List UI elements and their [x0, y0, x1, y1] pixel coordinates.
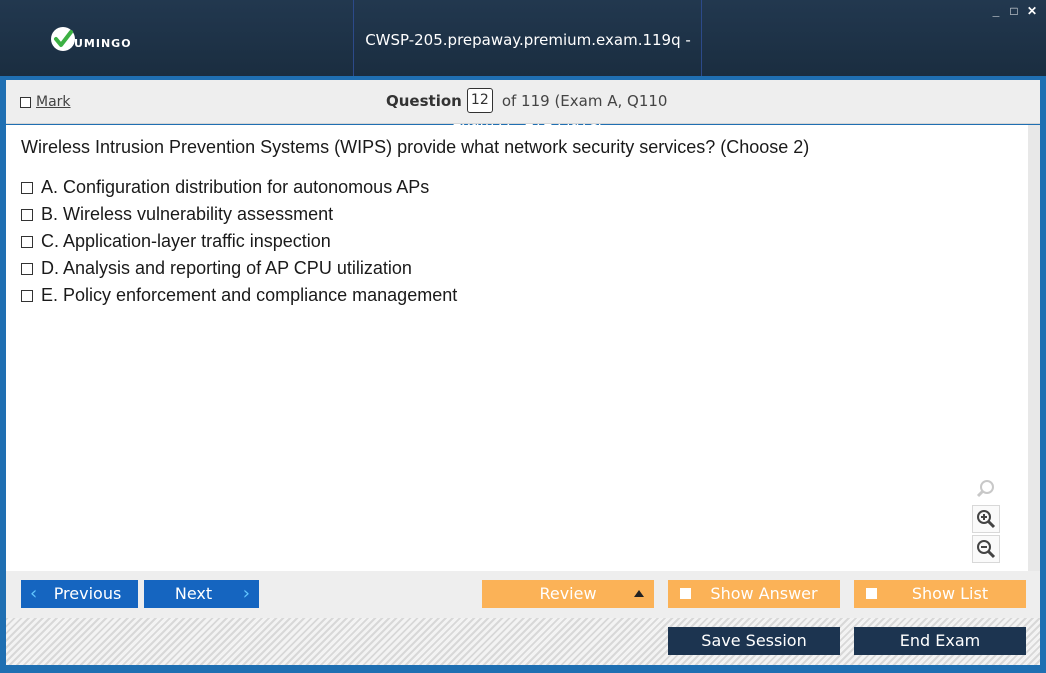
chevron-left-icon: ‹: [30, 583, 38, 604]
vumingo-logo: UMINGO: [50, 26, 132, 52]
show-list-label: Show List: [911, 584, 989, 603]
search-icon[interactable]: [972, 475, 1000, 503]
option-key: A.: [41, 177, 59, 197]
end-exam-button[interactable]: End Exam: [854, 627, 1026, 655]
minimize-icon[interactable]: _: [990, 4, 1002, 18]
answer-options: A. Configuration distribution for autono…: [21, 174, 457, 309]
close-icon[interactable]: ✕: [1026, 4, 1038, 18]
mark-checkbox[interactable]: Mark: [20, 94, 71, 110]
checkbox-icon[interactable]: [21, 181, 33, 194]
vertical-scrollbar[interactable]: [1028, 125, 1040, 571]
option-key: B.: [41, 204, 59, 224]
next-button[interactable]: Next ›: [144, 580, 259, 608]
option-text: Policy enforcement and compliance manage…: [63, 285, 458, 305]
option-key: C.: [41, 231, 59, 251]
option-text: Wireless vulnerability assessment: [63, 204, 334, 224]
option-text: Application-layer traffic inspection: [63, 231, 331, 251]
checkbox-icon[interactable]: [21, 289, 33, 302]
question-toolbar: Mark Question 12 of 119 (Exam A, Q110: [6, 80, 1040, 124]
show-answer-label: Show Answer: [710, 584, 818, 603]
show-answer-button[interactable]: Show Answer: [668, 580, 840, 608]
checkbox-icon[interactable]: [866, 588, 877, 599]
next-label: Next: [174, 584, 213, 603]
option-b[interactable]: B. Wireless vulnerability assessment: [21, 201, 457, 228]
zoom-controls: [972, 475, 1002, 565]
checkbox-icon[interactable]: [21, 262, 33, 275]
question-panel: Wireless Intrusion Prevention Systems (W…: [6, 125, 1040, 571]
checkmark-logo-icon: [51, 27, 75, 51]
review-label: Review: [539, 584, 597, 603]
option-e[interactable]: E. Policy enforcement and compliance man…: [21, 282, 457, 309]
option-key: E.: [41, 285, 59, 305]
option-key: D.: [41, 258, 59, 278]
zoom-out-icon[interactable]: [972, 535, 1000, 563]
question-number-input[interactable]: 12: [466, 88, 493, 113]
show-list-button[interactable]: Show List: [854, 580, 1026, 608]
checkbox-icon[interactable]: [680, 588, 691, 599]
review-button[interactable]: Review: [482, 580, 654, 608]
chevron-right-icon: ›: [242, 583, 250, 604]
option-c[interactable]: C. Application-layer traffic inspection: [21, 228, 457, 255]
mark-label[interactable]: Mark: [36, 94, 71, 110]
option-text: Configuration distribution for autonomou…: [63, 177, 430, 197]
checkbox-icon[interactable]: [21, 208, 33, 221]
option-d[interactable]: D. Analysis and reporting of AP CPU util…: [21, 255, 457, 282]
option-a[interactable]: A. Configuration distribution for autono…: [21, 174, 457, 201]
maximize-icon[interactable]: □: [1008, 4, 1020, 18]
window-title: CWSP-205.prepaway.premium.exam.119q - Ex…: [365, 31, 691, 129]
footer-bar: Save Session End Exam: [6, 618, 1040, 665]
caret-up-icon[interactable]: [634, 590, 644, 597]
question-label: Question: [386, 91, 462, 110]
save-session-button[interactable]: Save Session: [668, 627, 840, 655]
action-bar: ‹ Previous Next › Review Show Answer Sho…: [6, 571, 1040, 618]
title-bar: UMINGO CWSP-205.prepaway.premium.exam.11…: [0, 0, 1046, 129]
previous-button[interactable]: ‹ Previous: [21, 580, 138, 608]
title-separator: [701, 0, 702, 76]
checkbox-icon[interactable]: [21, 235, 33, 248]
question-count: of 119 (Exam A, Q110: [501, 91, 668, 110]
question-text: Wireless Intrusion Prevention Systems (W…: [21, 137, 810, 157]
checkbox-icon[interactable]: [20, 96, 31, 108]
app-window: UMINGO CWSP-205.prepaway.premium.exam.11…: [0, 0, 1046, 673]
previous-label: Previous: [53, 584, 122, 603]
logo-text: UMINGO: [74, 36, 132, 50]
window-controls: _ □ ✕: [990, 4, 1038, 18]
option-text: Analysis and reporting of AP CPU utiliza…: [63, 258, 412, 278]
zoom-in-icon[interactable]: [972, 505, 1000, 533]
question-navigator: Question 12 of 119 (Exam A, Q110: [386, 88, 667, 113]
